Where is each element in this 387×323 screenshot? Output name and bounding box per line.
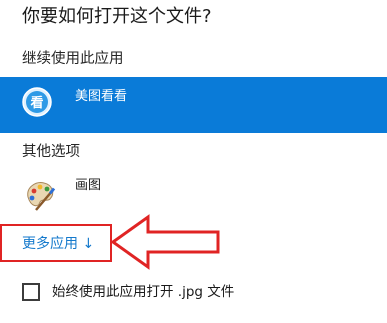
- continue-section-label: 继续使用此应用: [22, 51, 124, 67]
- selected-app-item[interactable]: 看 美图看看: [0, 77, 387, 133]
- selected-app-name: 美图看看: [75, 89, 128, 104]
- always-use-label[interactable]: 始终使用此应用打开 .jpg 文件: [52, 282, 234, 302]
- always-use-checkbox[interactable]: [22, 283, 40, 301]
- meitu-kankan-icon: 看: [22, 87, 52, 117]
- paint-palette-icon: [27, 182, 56, 211]
- other-app-name: 画图: [75, 178, 102, 193]
- other-app-item-paint[interactable]: 画图: [0, 173, 387, 219]
- annotation-arrow: [110, 214, 220, 270]
- more-apps-highlight: 更多应用 ↓: [0, 224, 112, 262]
- more-apps-link[interactable]: 更多应用 ↓: [22, 234, 94, 254]
- svg-text:看: 看: [30, 95, 43, 111]
- other-section-label: 其他选项: [22, 144, 80, 160]
- dialog-title: 你要如何打开这个文件?: [22, 6, 212, 27]
